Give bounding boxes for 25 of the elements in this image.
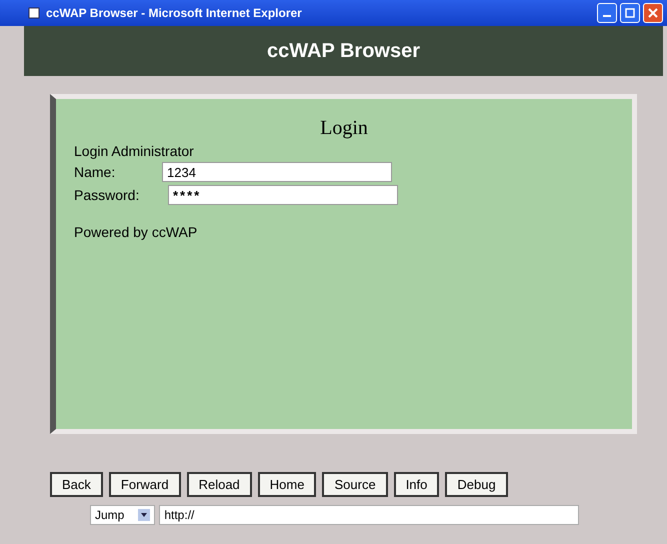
nav-button[interactable]: Source — [322, 472, 388, 497]
header-title: ccWAP Browser — [266, 40, 420, 62]
field-label: Password: — [74, 187, 140, 203]
url-field[interactable]: http:// — [159, 505, 580, 525]
nav-button[interactable]: Reload — [186, 472, 252, 497]
maximize-icon — [625, 8, 635, 18]
page-icon — [28, 7, 40, 19]
field-label: Name: — [74, 164, 116, 180]
nav-button[interactable]: Forward — [108, 472, 181, 497]
close-button[interactable] — [643, 3, 663, 23]
name-field[interactable]: 1234 — [162, 162, 392, 182]
screen-subtitle: Login Administrator — [74, 143, 195, 159]
screen-footer: Powered by ccWAP — [74, 224, 614, 240]
minimize-button[interactable] — [597, 3, 617, 23]
nav-button[interactable]: Back — [50, 472, 103, 497]
mode-dropdown[interactable]: Jump — [90, 505, 156, 525]
window-title: ccWAP Browser - Microsoft Internet Explorer — [46, 6, 303, 20]
close-icon — [648, 8, 658, 18]
password-field[interactable]: **** — [168, 185, 398, 205]
screen-heading: Login — [319, 117, 369, 140]
nav-button[interactable]: Debug — [445, 472, 508, 497]
maximize-button[interactable] — [620, 3, 640, 23]
nav-button[interactable]: Home — [258, 472, 316, 497]
nav-button[interactable]: Info — [394, 472, 440, 497]
minimize-icon — [603, 15, 611, 17]
